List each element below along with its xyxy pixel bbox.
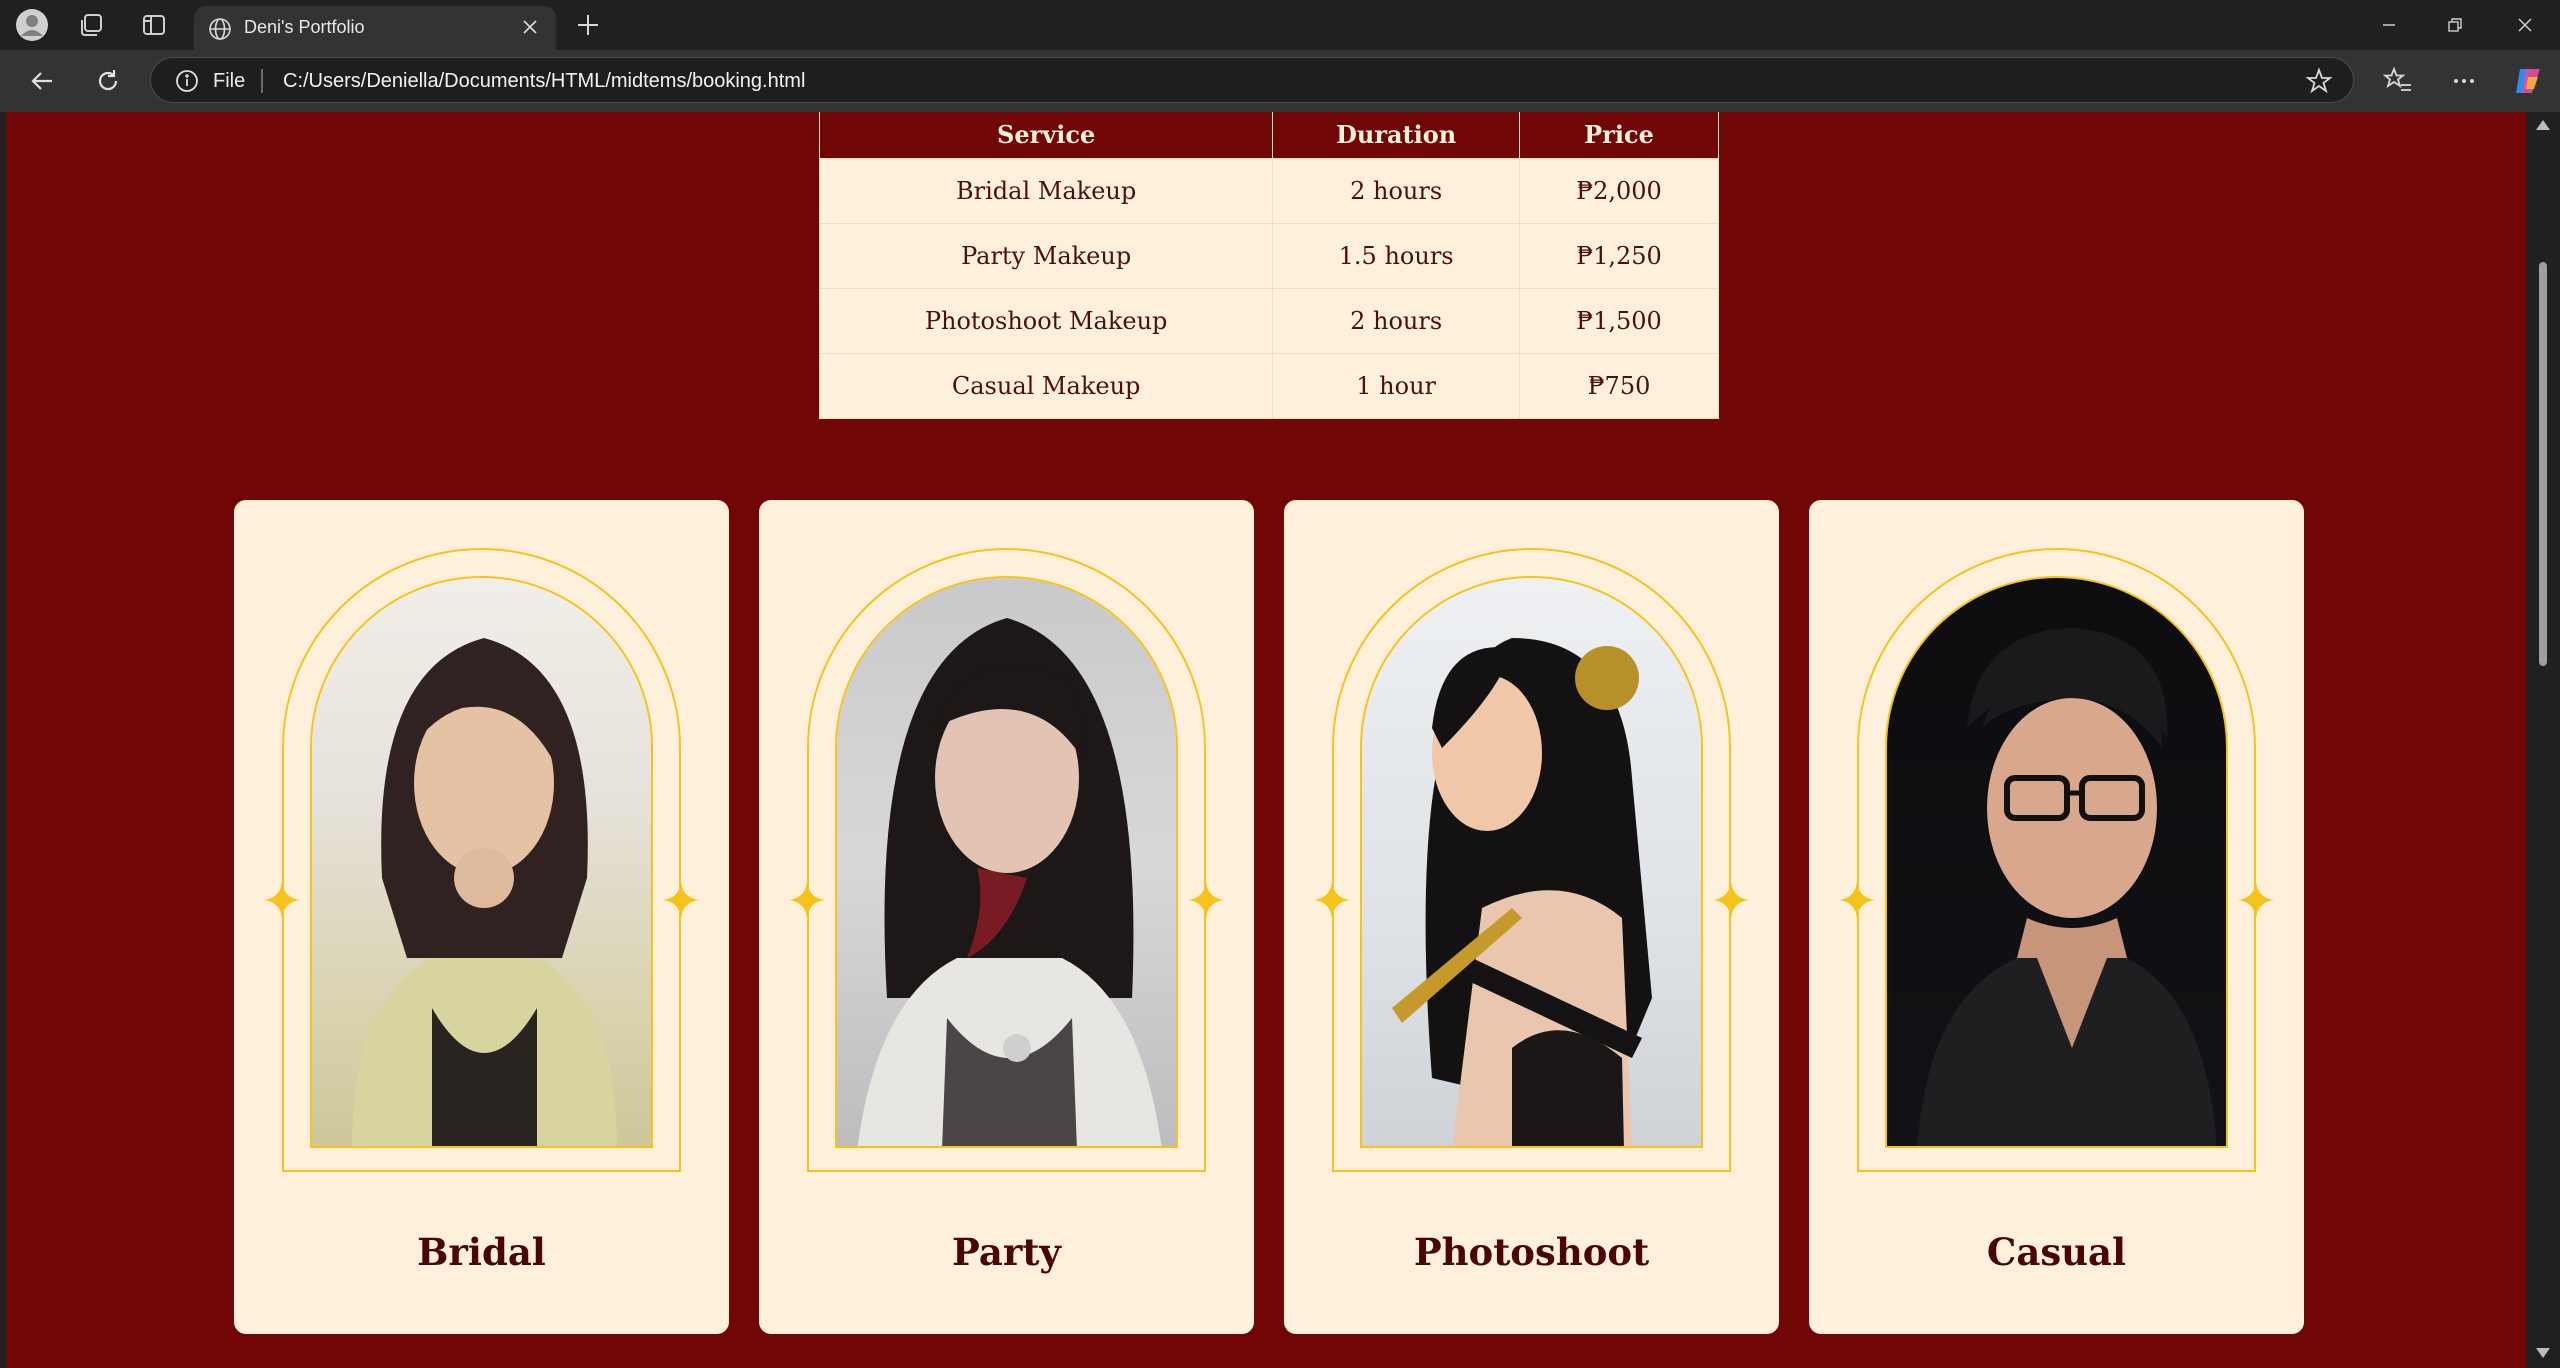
- refresh-icon[interactable]: [88, 61, 128, 101]
- sparkle-right-icon: [2238, 882, 2274, 918]
- price-cell: ₱750: [1519, 353, 1719, 419]
- service-cell: Casual Makeup: [818, 353, 1274, 419]
- duration-cell: 1 hour: [1272, 353, 1520, 419]
- address-scheme-label: File: [213, 70, 246, 92]
- close-tab-icon[interactable]: [518, 15, 542, 44]
- header-service: Service: [818, 112, 1274, 159]
- card-bridal[interactable]: Bridal: [234, 500, 729, 1334]
- header-duration: Duration: [1272, 112, 1520, 159]
- url-text[interactable]: C:/Users/Deniella/Documents/HTML/midtems…: [283, 70, 805, 93]
- bridal-photo: [310, 576, 653, 1148]
- card-casual[interactable]: Casual: [1809, 500, 2304, 1334]
- service-cell: Bridal Makeup: [818, 158, 1274, 224]
- price-cell: ₱2,000: [1519, 158, 1719, 224]
- sparkle-right-icon: [1188, 882, 1224, 918]
- workspaces-icon[interactable]: [74, 7, 110, 43]
- card-label: Casual: [1986, 1230, 2127, 1274]
- browser-toolbar: File C:/Users/Deniella/Documents/HTML/mi…: [0, 50, 2560, 112]
- casual-photo: [1885, 576, 2228, 1148]
- card-label: Bridal: [417, 1230, 546, 1274]
- sparkle-left-icon: [264, 882, 300, 918]
- sparkle-left-icon: [1314, 882, 1350, 918]
- new-tab-plus-icon[interactable]: [570, 7, 606, 43]
- scroll-down-arrow-icon[interactable]: [2536, 1348, 2550, 1358]
- restore-icon[interactable]: [2420, 0, 2490, 50]
- scroll-thumb[interactable]: [2539, 262, 2547, 666]
- vertical-scrollbar[interactable]: [2526, 112, 2560, 1368]
- address-bar[interactable]: File C:/Users/Deniella/Documents/HTML/mi…: [150, 57, 2354, 103]
- page-content: Service Duration Price Bridal Makeup 2 h…: [6, 112, 2526, 1368]
- table-row: Casual Makeup 1 hour ₱750: [818, 353, 1719, 419]
- copilot-icon[interactable]: [2508, 61, 2548, 101]
- service-cell: Party Makeup: [818, 223, 1274, 289]
- scroll-up-arrow-icon[interactable]: [2536, 120, 2550, 130]
- sparkle-left-icon: [789, 882, 825, 918]
- service-cell: Photoshoot Makeup: [818, 288, 1274, 354]
- card-party[interactable]: Party: [759, 500, 1254, 1334]
- favorite-star-icon[interactable]: [2305, 67, 2333, 100]
- table-row: Party Makeup 1.5 hours ₱1,250: [818, 223, 1719, 289]
- card-label: Photoshoot: [1413, 1230, 1650, 1274]
- tab-denis-portfolio[interactable]: Deni's Portfolio: [194, 6, 556, 50]
- party-photo: [835, 576, 1178, 1148]
- table-row: Photoshoot Makeup 2 hours ₱1,500: [818, 288, 1719, 354]
- address-divider: [261, 69, 263, 93]
- close-window-icon[interactable]: [2490, 0, 2560, 50]
- card-label: Party: [952, 1230, 1061, 1274]
- browser-tab-bar: Deni's Portfolio: [0, 0, 2560, 50]
- price-cell: ₱1,250: [1519, 223, 1719, 289]
- profile-avatar-icon[interactable]: [14, 7, 50, 43]
- sparkle-left-icon: [1839, 882, 1875, 918]
- price-table: Service Duration Price Bridal Makeup 2 h…: [818, 112, 1719, 419]
- back-arrow-icon[interactable]: [22, 61, 62, 101]
- sparkle-right-icon: [663, 882, 699, 918]
- more-options-icon[interactable]: [2444, 61, 2484, 101]
- sparkle-right-icon: [1713, 882, 1749, 918]
- duration-cell: 2 hours: [1272, 158, 1520, 224]
- photoshoot-photo: [1360, 576, 1703, 1148]
- table-row: Bridal Makeup 2 hours ₱2,000: [818, 158, 1719, 224]
- vertical-tabs-icon[interactable]: [136, 7, 172, 43]
- card-photoshoot[interactable]: Photoshoot: [1284, 500, 1779, 1334]
- minimize-icon[interactable]: [2354, 0, 2424, 50]
- duration-cell: 2 hours: [1272, 288, 1520, 354]
- tab-title: Deni's Portfolio: [244, 17, 365, 37]
- globe-icon: [208, 17, 232, 46]
- price-cell: ₱1,500: [1519, 288, 1719, 354]
- header-price: Price: [1519, 112, 1719, 159]
- site-info-icon[interactable]: [175, 69, 199, 98]
- duration-cell: 1.5 hours: [1272, 223, 1520, 289]
- table-header-row: Service Duration Price: [818, 112, 1719, 159]
- favorites-icon[interactable]: [2378, 61, 2418, 101]
